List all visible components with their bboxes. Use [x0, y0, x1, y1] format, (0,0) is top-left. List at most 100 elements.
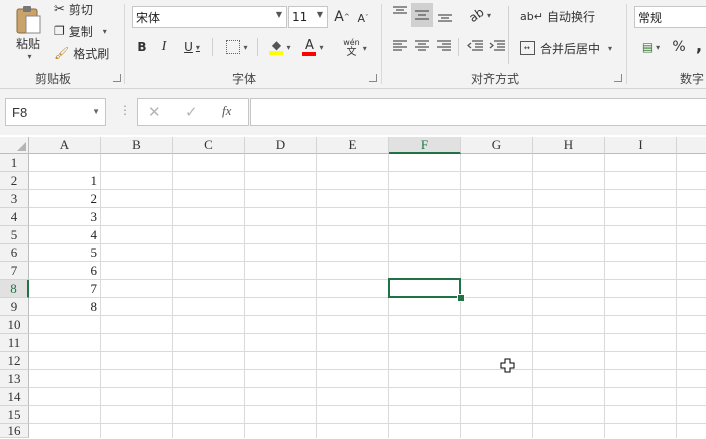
cell-a8[interactable]: 7: [30, 280, 100, 298]
cut-label: 剪切: [68, 2, 93, 17]
separator: [381, 4, 382, 84]
row-header-9[interactable]: 9: [0, 298, 29, 316]
formula-input[interactable]: [250, 98, 706, 126]
column-header-b[interactable]: B: [101, 137, 173, 154]
chevron-down-icon: ▼: [316, 10, 323, 19]
bold-button[interactable]: B: [135, 38, 149, 56]
name-box[interactable]: F8 ▼: [5, 98, 106, 126]
cancel-icon[interactable]: ✕: [148, 103, 161, 121]
font-color-button[interactable]: A ▾: [298, 36, 328, 58]
borders-button[interactable]: ▾: [222, 38, 252, 56]
font-size-select[interactable]: 11 ▼: [288, 6, 328, 28]
cell-a5[interactable]: 4: [30, 226, 100, 244]
paste-dropdown-icon[interactable]: ▾: [27, 52, 31, 61]
phonetic-icon: wén 文: [343, 38, 360, 58]
column-header-c[interactable]: C: [173, 137, 245, 154]
gridline: [29, 423, 706, 424]
row-header-5[interactable]: 5: [0, 226, 29, 244]
column-header-d[interactable]: D: [245, 137, 317, 154]
align-left-icon[interactable]: [392, 38, 408, 54]
chevron-down-icon: ▾: [608, 43, 613, 53]
format-painter-button[interactable]: 🖌 格式刷: [54, 45, 109, 61]
chevron-down-icon: ▾: [286, 42, 291, 52]
fill-color-button[interactable]: ◆ ▾: [265, 36, 295, 58]
clipboard-dialog-launcher-icon[interactable]: [113, 74, 121, 82]
chevron-down-icon: ▾: [243, 42, 248, 52]
decrease-font-size-button[interactable]: Aˇ: [356, 10, 370, 26]
column-header-h[interactable]: H: [533, 137, 605, 154]
name-box-value: F8: [12, 104, 28, 120]
paintbrush-icon: 🖌: [54, 46, 70, 60]
row-header-4[interactable]: 4: [0, 208, 29, 226]
active-cell-f8[interactable]: [388, 278, 461, 298]
align-top-icon[interactable]: [392, 5, 408, 21]
chevron-down-icon: ▾: [486, 10, 491, 20]
row-header-14[interactable]: 14: [0, 388, 29, 406]
font-dialog-launcher-icon[interactable]: [369, 74, 377, 82]
decrease-indent-icon[interactable]: [466, 38, 484, 54]
row-header-11[interactable]: 11: [0, 334, 29, 352]
row-header-13[interactable]: 13: [0, 370, 29, 388]
increase-indent-icon[interactable]: [488, 38, 506, 54]
merge-center-button[interactable]: ↔ 合并后居中 ▾: [520, 38, 612, 58]
insert-function-icon[interactable]: fx: [222, 103, 231, 119]
underline-button[interactable]: U ▾: [179, 38, 205, 56]
column-header-f[interactable]: F: [389, 137, 461, 154]
percent-style-button[interactable]: %: [672, 38, 686, 56]
currency-icon: ▤: [641, 40, 654, 54]
comma-style-button[interactable]: ,: [694, 35, 704, 55]
cell-a3[interactable]: 2: [30, 190, 100, 208]
row-header-1[interactable]: 1: [0, 154, 29, 172]
chevron-down-icon: ▾: [195, 42, 200, 52]
row-header-6[interactable]: 6: [0, 244, 29, 262]
worksheet-grid[interactable]: A B C D E F G H I 1 2 3 4 5 6 7 8 9 10 1…: [0, 135, 706, 438]
row-header-12[interactable]: 12: [0, 352, 29, 370]
alignment-dialog-launcher-icon[interactable]: [614, 74, 622, 82]
row-header-16[interactable]: 16: [0, 423, 29, 438]
comma-label: ,: [695, 35, 703, 55]
wrap-text-label: 自动换行: [546, 9, 595, 24]
font-name-select[interactable]: 宋体 ▼: [132, 6, 287, 28]
cell-a2[interactable]: 1: [30, 172, 100, 190]
select-all-button[interactable]: [0, 137, 29, 154]
row-header-7[interactable]: 7: [0, 262, 29, 280]
row-header-2[interactable]: 2: [0, 172, 29, 190]
copy-dropdown-icon[interactable]: ▾: [103, 27, 107, 36]
fill-handle[interactable]: [457, 294, 465, 302]
align-middle-button[interactable]: [411, 3, 433, 27]
separator: [626, 4, 627, 84]
increase-font-size-button[interactable]: A ^: [334, 8, 350, 26]
accounting-format-button[interactable]: ▤ ▾: [637, 38, 665, 56]
column-header-g[interactable]: G: [461, 137, 533, 154]
phonetic-guide-button[interactable]: wén 文 ▾: [340, 36, 370, 60]
copy-label: 复制: [68, 24, 93, 39]
separator: [212, 38, 213, 56]
cell-a4[interactable]: 3: [30, 208, 100, 226]
cell-a6[interactable]: 5: [30, 244, 100, 262]
column-header-partial[interactable]: [677, 137, 706, 154]
cell-a9[interactable]: 8: [30, 298, 100, 316]
orientation-button[interactable]: ab ▾: [466, 5, 494, 25]
paste-button[interactable]: 粘贴 ▾: [8, 2, 48, 64]
italic-button[interactable]: I: [157, 38, 171, 56]
align-bottom-icon[interactable]: [437, 8, 453, 24]
align-center-icon[interactable]: [414, 38, 430, 54]
column-header-e[interactable]: E: [317, 137, 389, 154]
gridline: [29, 261, 706, 262]
column-header-i[interactable]: I: [605, 137, 677, 154]
cut-button[interactable]: ✂ 剪切: [54, 1, 93, 17]
row-header-10[interactable]: 10: [0, 316, 29, 334]
cell-a7[interactable]: 6: [30, 262, 100, 280]
row-header-3[interactable]: 3: [0, 190, 29, 208]
formula-buttons: ✕ ✓ fx: [137, 98, 249, 126]
copy-button[interactable]: ❐ 复制 ▾: [54, 23, 107, 39]
number-format-select[interactable]: 常规: [634, 6, 706, 28]
column-header-a[interactable]: A: [29, 137, 101, 154]
chevron-down-icon: ▾: [656, 42, 661, 52]
enter-icon[interactable]: ✓: [185, 103, 198, 121]
row-header-8[interactable]: 8: [0, 280, 29, 298]
separator: [257, 38, 258, 56]
row-header-15[interactable]: 15: [0, 406, 29, 424]
wrap-text-button[interactable]: ab↵ 自动换行: [520, 6, 595, 26]
align-right-icon[interactable]: [436, 38, 452, 54]
